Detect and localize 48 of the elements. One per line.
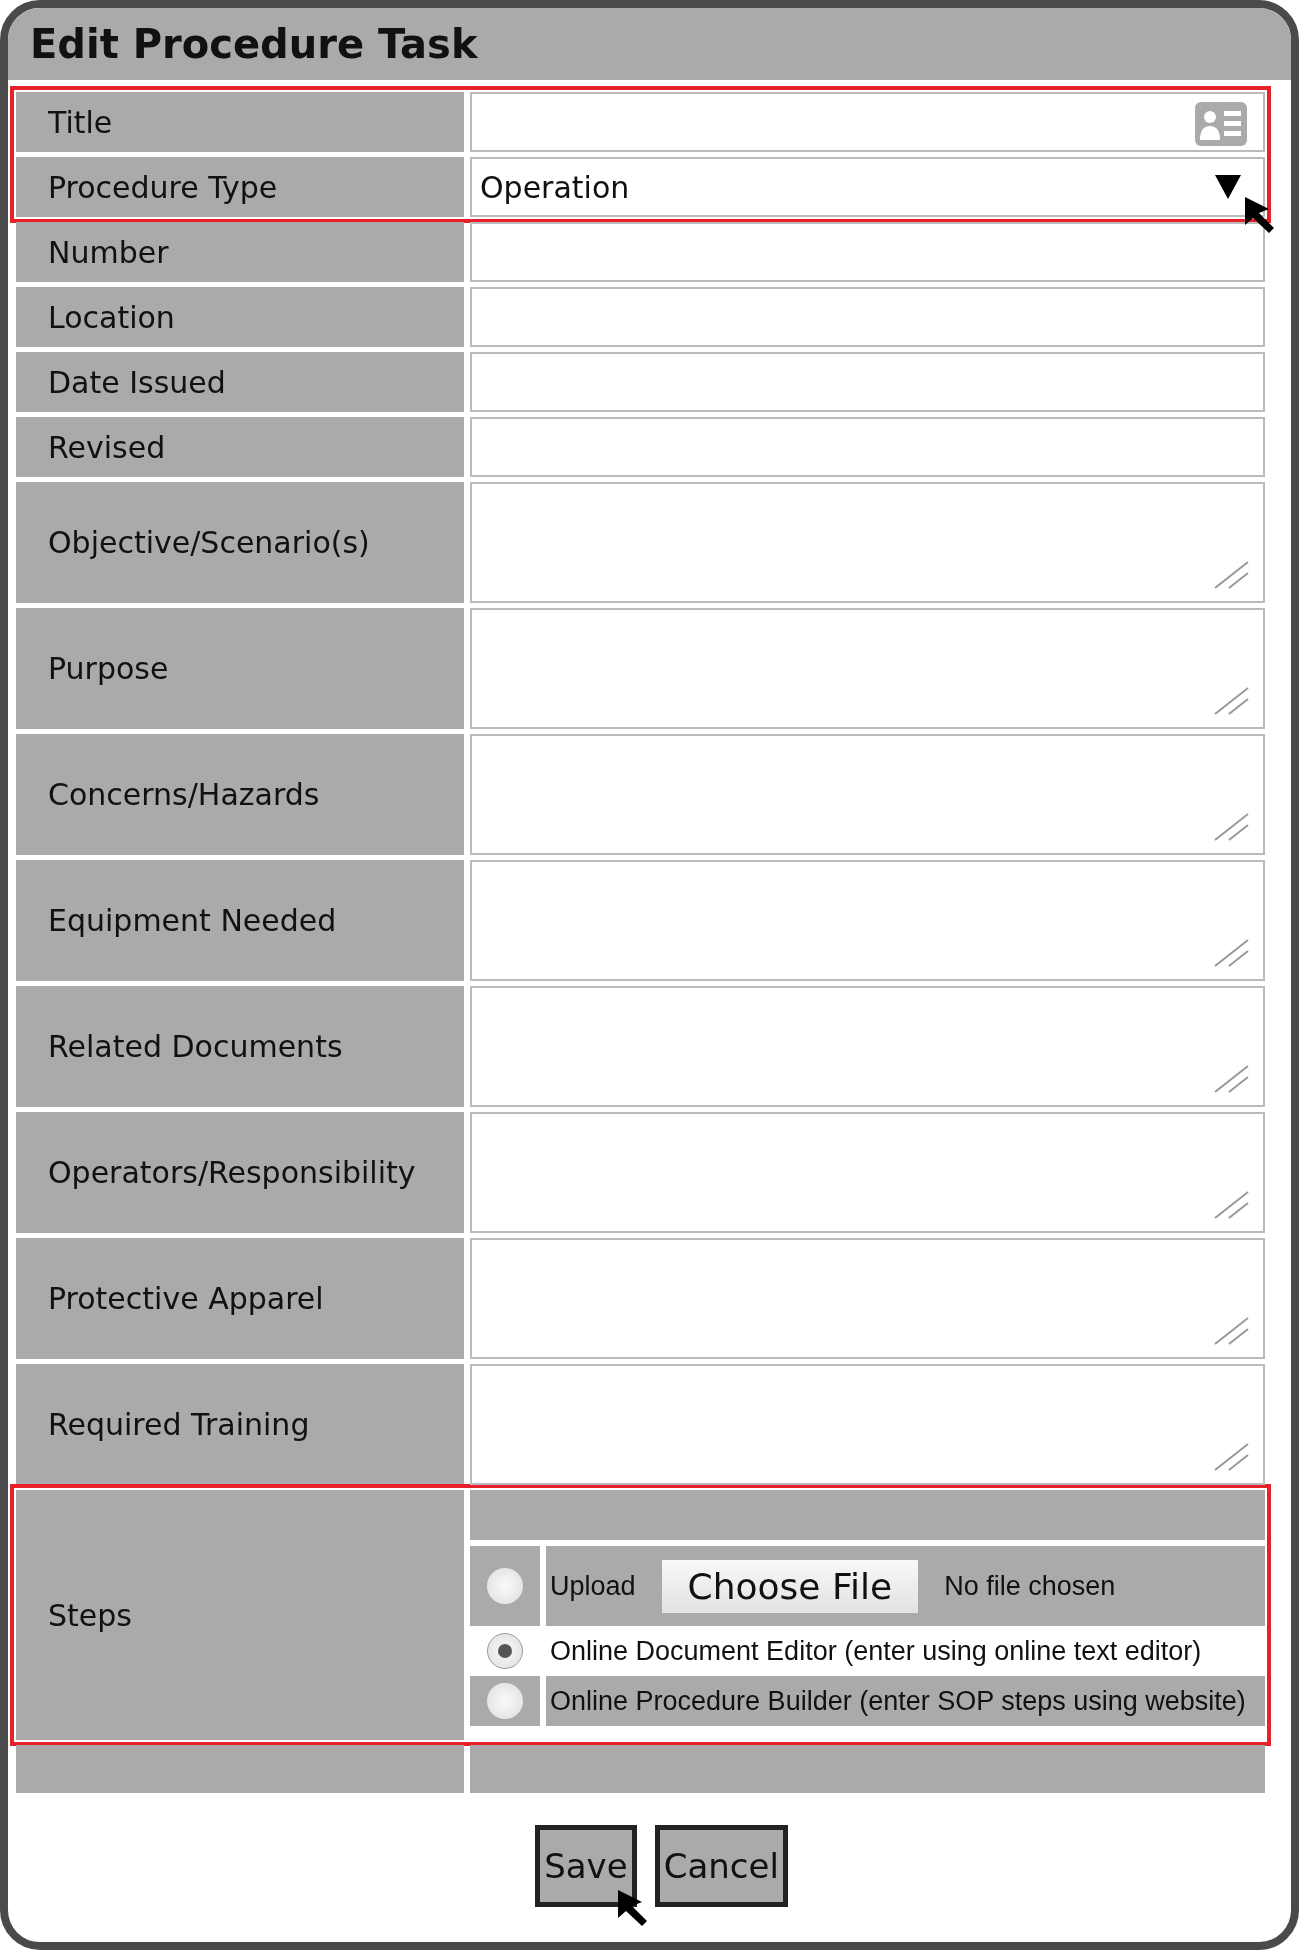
field-label: Concerns/Hazards (16, 734, 464, 855)
resize-grip-icon (1213, 1443, 1249, 1471)
input-field[interactable] (470, 417, 1265, 477)
field-label: Date Issued (16, 352, 464, 412)
window-title: Edit Procedure Task (30, 21, 478, 67)
radio-button[interactable] (487, 1633, 523, 1669)
text-area[interactable] (470, 860, 1265, 981)
resize-grip-icon (1213, 561, 1249, 589)
input-field[interactable] (470, 92, 1265, 152)
resize-grip-icon (1213, 939, 1249, 967)
field-label: Number (16, 222, 464, 282)
field-label: Protective Apparel (16, 1238, 464, 1359)
field-label: Equipment Needed (16, 860, 464, 981)
text-area[interactable] (470, 986, 1265, 1107)
file-status: No file chosen (944, 1570, 1116, 1602)
field-label: Revised (16, 417, 464, 477)
input-field[interactable] (470, 352, 1265, 412)
text-area[interactable] (470, 482, 1265, 603)
resize-grip-icon (1213, 1065, 1249, 1093)
field-label: Required Training (16, 1364, 464, 1485)
radio-button[interactable] (487, 1683, 523, 1719)
resize-grip-icon (1213, 687, 1249, 715)
field-label: Location (16, 287, 464, 347)
radio-button[interactable] (487, 1568, 523, 1604)
caret-icon (1215, 175, 1241, 199)
choose-file-button[interactable]: Choose File (661, 1559, 919, 1613)
cancel-button[interactable]: Cancel (654, 1825, 788, 1907)
resize-grip-icon (1213, 813, 1249, 841)
text-area[interactable] (470, 1112, 1265, 1233)
field-label: Purpose (16, 608, 464, 729)
field-label: Steps (16, 1490, 464, 1740)
input-field[interactable] (470, 287, 1265, 347)
field-label: Objective/Scenario(s) (16, 482, 464, 603)
option-label: Upload (550, 1570, 636, 1602)
text-area[interactable] (470, 734, 1265, 855)
contact-card-icon[interactable] (1195, 102, 1247, 146)
field-label: Related Documents (16, 986, 464, 1107)
input-field[interactable] (470, 222, 1265, 282)
option-label: Online Document Editor (enter using online text editor) (550, 1635, 1202, 1667)
text-area[interactable] (470, 1238, 1265, 1359)
field-label: Procedure Type (16, 157, 464, 217)
resize-grip-icon (1213, 1317, 1249, 1345)
text-area[interactable] (470, 608, 1265, 729)
resize-grip-icon (1213, 1191, 1249, 1219)
option-label: Online Procedure Builder (enter SOP steps using website) (550, 1685, 1246, 1717)
field-label: Title (16, 92, 464, 152)
text-area[interactable] (470, 1364, 1265, 1485)
field-label: Operators/Responsibility (16, 1112, 464, 1233)
